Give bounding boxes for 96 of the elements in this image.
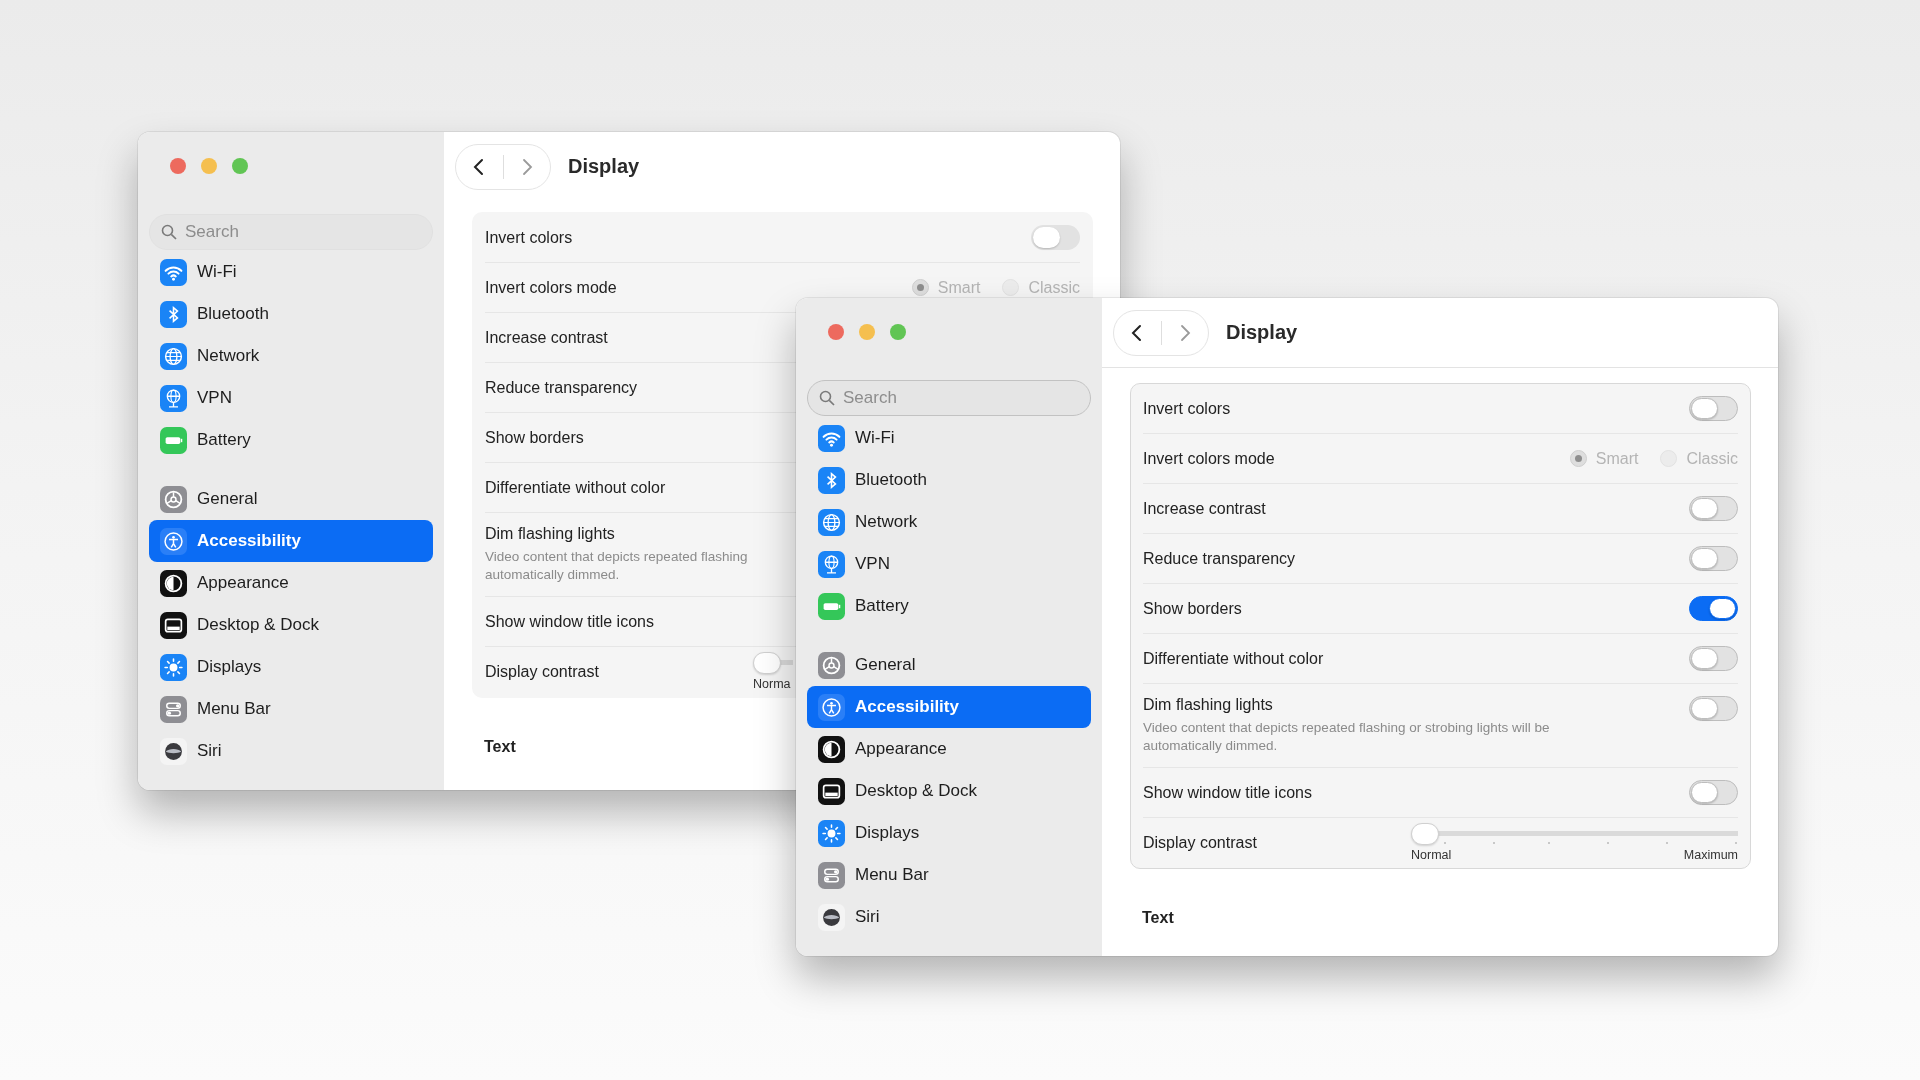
sidebar-item[interactable]: VPN (807, 543, 1091, 585)
close-button[interactable] (828, 324, 844, 340)
setting-label: Show window title icons (1143, 783, 1312, 802)
sidebar-item[interactable]: Bluetooth (149, 293, 433, 335)
toggle-switch[interactable] (1689, 646, 1738, 671)
sidebar-item[interactable]: Desktop & Dock (807, 770, 1091, 812)
sidebar-item[interactable]: Wi-Fi (149, 251, 433, 293)
sidebar-item[interactable]: Network (807, 501, 1091, 543)
sidebar-item[interactable]: Displays (807, 812, 1091, 854)
toggle-switch[interactable] (1689, 496, 1738, 521)
sidebar-item[interactable]: Wi-Fi (807, 417, 1091, 459)
setting-label: Reduce transparency (485, 378, 638, 397)
sidebar-item[interactable]: VPN (149, 377, 433, 419)
setting-label: Invert colors mode (1143, 449, 1275, 468)
setting-label: Display contrast (1143, 834, 1257, 852)
section-heading: Text (1142, 909, 1174, 927)
setting-label: Differentiate without color (485, 478, 666, 497)
minimize-button[interactable] (201, 158, 217, 174)
setting-label: Invert colors mode (485, 278, 617, 297)
bluetooth-icon (160, 300, 187, 328)
sidebar-item[interactable]: Menu Bar (807, 854, 1091, 896)
setting-label: Increase contrast (485, 328, 608, 347)
sidebar-item[interactable]: Battery (149, 419, 433, 461)
setting-label: Display contrast (485, 663, 599, 681)
setting-label: Differentiate without color (1143, 649, 1324, 668)
setting-label: Invert colors (485, 228, 573, 247)
wifi-icon (160, 258, 187, 286)
setting-label: Increase contrast (1143, 499, 1266, 518)
window-icon (818, 777, 845, 805)
switches-icon (160, 695, 187, 723)
slider-thumb[interactable] (1411, 822, 1439, 845)
toggle-switch[interactable] (1689, 696, 1738, 721)
accessibility-icon (160, 527, 187, 555)
setting-label: Show borders (1143, 599, 1242, 618)
sun-icon (160, 653, 187, 681)
setting-label: Dim flashing lights (485, 525, 615, 543)
minimize-button[interactable] (859, 324, 875, 340)
setting-label: Show borders (485, 428, 584, 447)
sidebar-item[interactable]: Displays (149, 646, 433, 688)
toggle-switch[interactable] (1689, 396, 1738, 421)
globe-stand-icon (160, 384, 187, 412)
setting-label: Dim flashing lights (1143, 696, 1273, 714)
wifi-icon (818, 424, 845, 452)
search-icon (161, 224, 177, 240)
sidebar-item[interactable]: Bluetooth (807, 459, 1091, 501)
slider-thumb[interactable] (753, 651, 781, 674)
switches-icon (818, 861, 845, 889)
sidebar-item[interactable]: Siri (807, 896, 1091, 938)
sidebar-item[interactable]: Battery (807, 585, 1091, 627)
sidebar-item[interactable]: Appearance (807, 728, 1091, 770)
sidebar-item[interactable]: Appearance (149, 562, 433, 604)
zoom-button[interactable] (232, 158, 248, 174)
globe-icon (818, 508, 845, 536)
orb-icon (818, 903, 845, 931)
sidebar-item[interactable]: Desktop & Dock (149, 604, 433, 646)
sidebar-item[interactable]: Accessibility (807, 686, 1091, 728)
setting-label: Invert colors (1143, 399, 1231, 418)
window-icon (160, 611, 187, 639)
close-button[interactable] (170, 158, 186, 174)
max-label: Maximum (1683, 847, 1738, 862)
contrast-icon (160, 569, 187, 597)
setting-description: Video content that depicts repeated flashing or strobing lights will be automatically dimmed. (1143, 719, 1550, 755)
search-field[interactable]: Search (807, 380, 1091, 416)
setting-label: Reduce transparency (1143, 549, 1296, 568)
contrast-icon (818, 735, 845, 763)
search-icon (819, 390, 835, 406)
setting-description: Video content that depicts repeated flashing automatically dimmed. (485, 548, 748, 584)
accessibility-icon (818, 693, 845, 721)
setting-label: Show window title icons (485, 612, 654, 631)
toggle-switch[interactable] (1689, 596, 1738, 621)
globe-icon (160, 342, 187, 370)
sidebar-item[interactable]: General (807, 644, 1091, 686)
battery-icon (160, 426, 187, 454)
gear-icon (818, 651, 845, 679)
sun-icon (818, 819, 845, 847)
window-title: Display (568, 155, 640, 178)
zoom-button[interactable] (890, 324, 906, 340)
section-heading: Text (484, 738, 516, 756)
sidebar-item[interactable]: General (149, 478, 433, 520)
window-title: Display (1226, 321, 1298, 344)
orb-icon (160, 737, 187, 765)
gear-icon (160, 485, 187, 513)
sidebar-item[interactable]: Menu Bar (149, 688, 433, 730)
bluetooth-icon (818, 466, 845, 494)
min-label: Norma (753, 676, 791, 691)
battery-icon (818, 592, 845, 620)
search-field[interactable]: Search (149, 214, 433, 250)
contrast-slider[interactable] (753, 651, 793, 674)
toggle-switch[interactable] (1689, 780, 1738, 805)
min-label: Normal (1411, 847, 1452, 862)
toggle-switch[interactable] (1031, 225, 1080, 250)
globe-stand-icon (818, 550, 845, 578)
sidebar-item[interactable]: Siri (149, 730, 433, 772)
sidebar-item[interactable]: Accessibility (149, 520, 433, 562)
sidebar-item[interactable]: Network (149, 335, 433, 377)
toggle-switch[interactable] (1689, 546, 1738, 571)
